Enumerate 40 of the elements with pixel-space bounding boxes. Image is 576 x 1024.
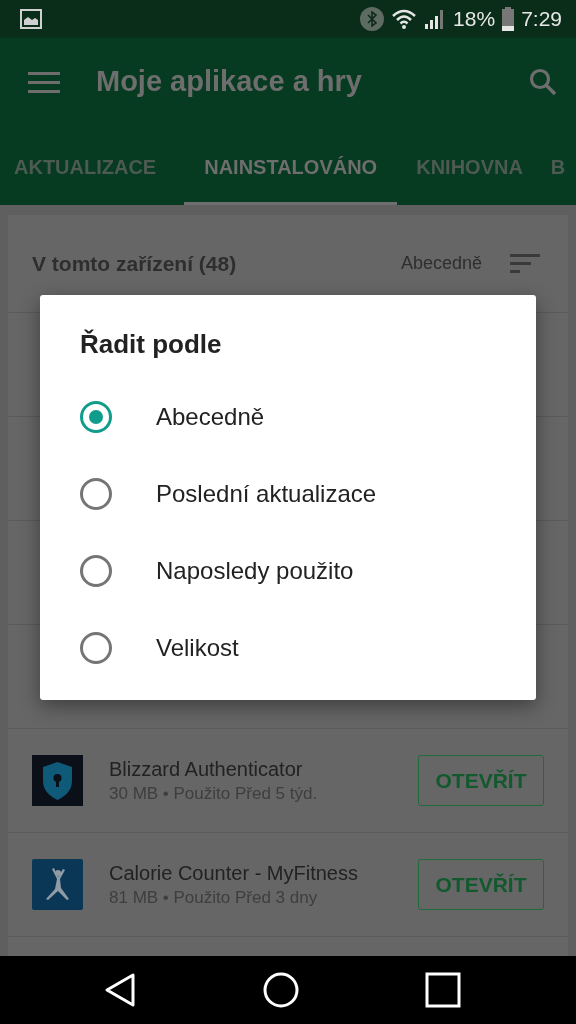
tab[interactable]: NAINSTALOVÁNO — [184, 125, 398, 205]
section-title: V tomto zařízení (48) — [32, 251, 237, 276]
open-button[interactable]: OTEVŘÍT — [418, 859, 544, 910]
bluetooth-icon — [360, 7, 385, 31]
search-button[interactable] — [528, 66, 558, 97]
radio-option[interactable]: Abecedně — [80, 378, 265, 455]
radio-button[interactable] — [80, 631, 112, 664]
app-name: Calorie Counter - MyFitness — [109, 861, 359, 885]
clock: 7:29 — [521, 7, 562, 31]
back-icon[interactable] — [103, 972, 137, 1008]
tab[interactable]: B — [540, 125, 576, 205]
app-bar-title: Moje aplikace a hry — [96, 65, 362, 98]
option-label: Abecedně — [156, 402, 265, 431]
option-label: Poslední aktualizace — [156, 479, 377, 508]
figure-icon — [32, 859, 83, 910]
radio-button[interactable] — [80, 400, 112, 433]
shield-icon — [32, 755, 83, 806]
search-icon — [528, 66, 558, 97]
radio-option[interactable]: Velikost — [80, 609, 239, 686]
dialog-title: Řadit podle — [80, 329, 222, 360]
battery-icon — [502, 7, 515, 31]
radio-option[interactable]: Poslední aktualizace — [80, 455, 377, 532]
radio-button[interactable] — [80, 477, 112, 510]
tab[interactable]: KNIHOVNA — [406, 125, 541, 205]
recents-icon[interactable] — [425, 972, 461, 1008]
image-icon — [20, 9, 42, 29]
wifi-icon — [391, 8, 418, 30]
menu-icon — [28, 70, 60, 93]
menu-button[interactable] — [28, 70, 60, 93]
option-label: Naposledy použito — [156, 556, 354, 585]
sort-label: Abecedně — [400, 253, 482, 274]
radio-button[interactable] — [80, 554, 112, 587]
battery-percent: 18% — [453, 7, 496, 31]
radio-option[interactable]: Naposledy použito — [80, 532, 354, 609]
app-name: Blizzard Authenticator — [109, 757, 304, 781]
sort-icon — [510, 253, 540, 274]
home-icon[interactable] — [263, 972, 299, 1008]
open-button[interactable]: OTEVŘÍT — [418, 755, 544, 806]
tab[interactable]: AKTUALIZACE — [4, 125, 175, 205]
option-label: Velikost — [156, 633, 239, 662]
